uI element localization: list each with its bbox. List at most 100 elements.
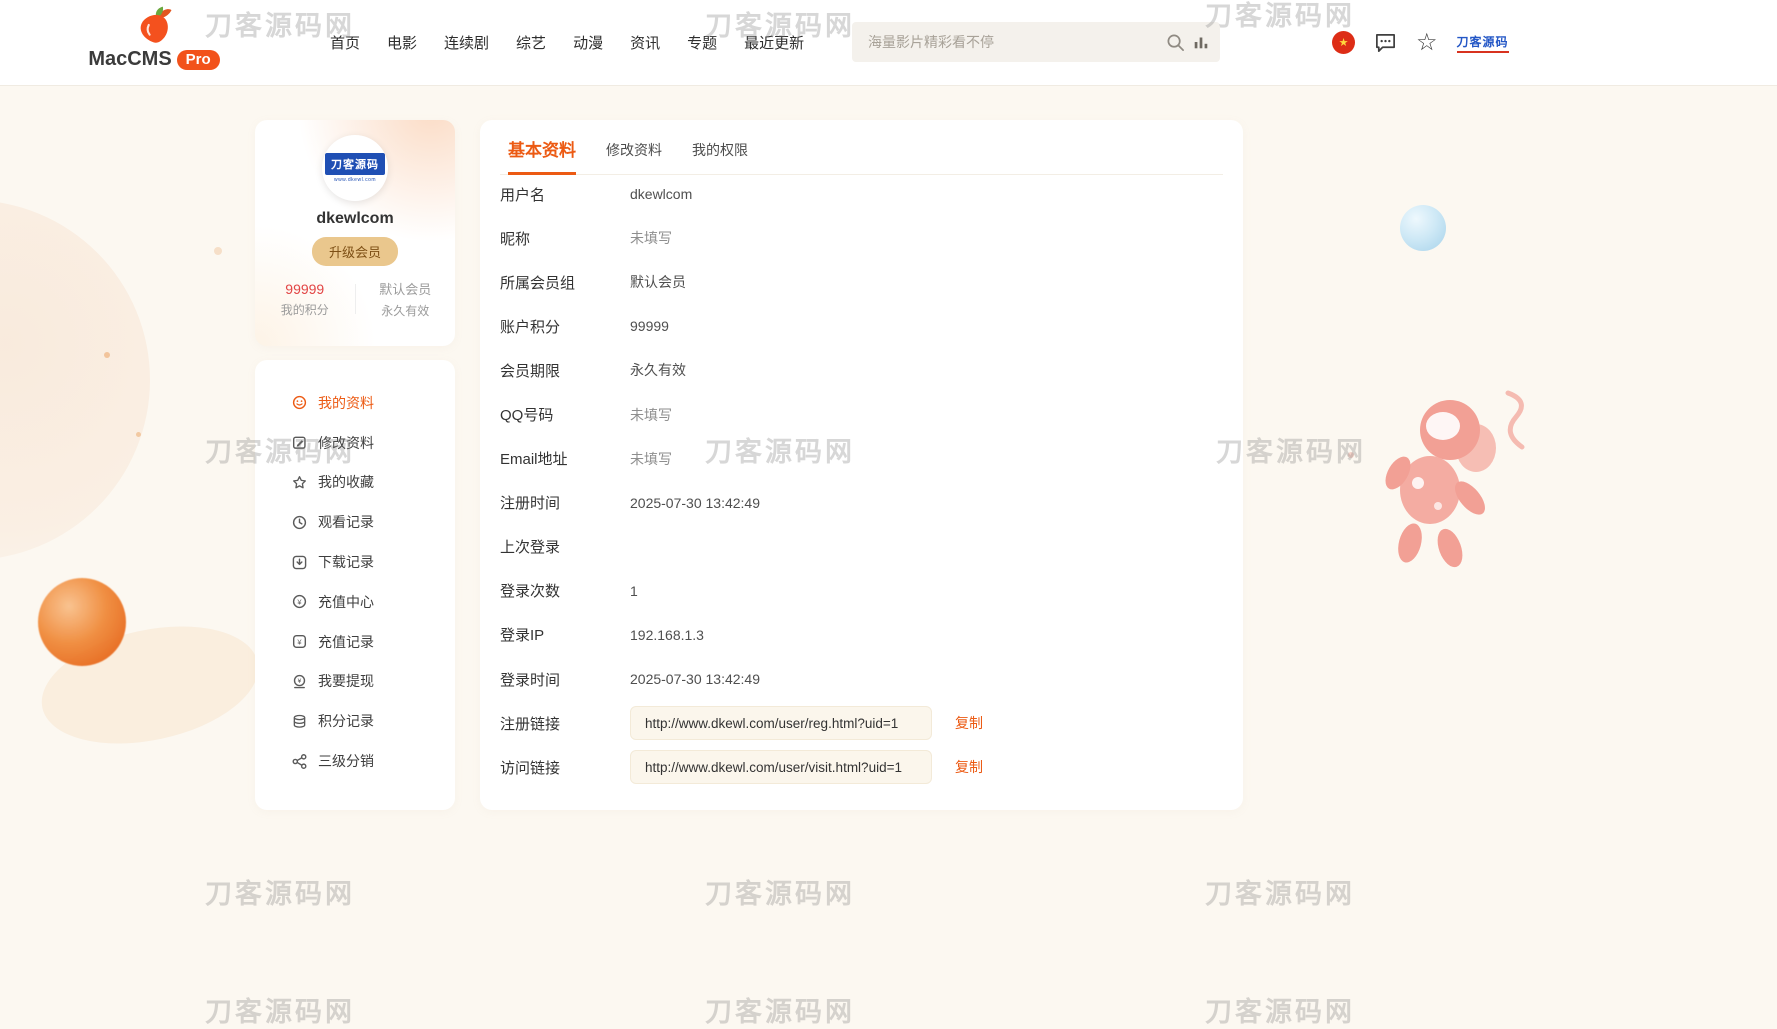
row-membership-term: 会员期限 永久有效: [500, 348, 1223, 392]
download-icon: [291, 555, 307, 570]
row-value: 192.168.1.3: [630, 627, 704, 643]
points-database-icon: [291, 714, 307, 729]
row-value: 2025-07-30 13:42:49: [630, 495, 760, 511]
points-stat: 99999 我的积分: [255, 281, 355, 318]
ranking-chart-icon[interactable]: [1188, 22, 1214, 62]
decorative-dot: [136, 432, 141, 437]
row-label: 上次登录: [500, 536, 630, 557]
logo-pro-badge: Pro: [177, 50, 220, 70]
tab-edit-info[interactable]: 修改资料: [606, 140, 662, 174]
language-flag-icon[interactable]: ★: [1332, 31, 1355, 54]
decorative-dot: [214, 247, 222, 255]
decorative-circle: [0, 200, 150, 560]
profile-stats: 99999 我的积分 默认会员 永久有效: [255, 279, 455, 319]
menu-item-watch-history[interactable]: 观看记录: [255, 502, 455, 542]
row-label: 登录IP: [500, 624, 630, 645]
message-icon[interactable]: [1374, 31, 1397, 54]
menu-item-withdraw[interactable]: ¥ 我要提现: [255, 662, 455, 702]
row-label: Email地址: [500, 448, 630, 469]
row-register-link: 注册链接 复制: [500, 701, 1223, 745]
svg-text:¥: ¥: [297, 598, 302, 607]
copy-register-link-button[interactable]: 复制: [955, 713, 983, 733]
row-label: 登录时间: [500, 669, 630, 690]
recharge-record-icon: ¥: [291, 634, 307, 649]
decorative-blob: [31, 608, 269, 761]
avatar: 刀客源码 www.dkewl.com: [322, 135, 388, 201]
copy-visit-link-button[interactable]: 复制: [955, 757, 983, 777]
search-input[interactable]: [852, 22, 1162, 62]
row-username: 用户名 dkewlcom: [500, 172, 1223, 216]
member-expire: 永久有效: [356, 302, 456, 319]
search-icon[interactable]: [1162, 22, 1188, 62]
nav-item-movies[interactable]: 电影: [387, 32, 417, 53]
astronaut-illustration: [1358, 378, 1538, 593]
nav-item-home[interactable]: 首页: [330, 32, 360, 53]
register-link-input[interactable]: [630, 706, 932, 740]
recharge-icon: ¥: [291, 594, 307, 609]
withdraw-icon: ¥: [291, 674, 307, 689]
header-actions: ★ ☆ 刀客源码: [1332, 0, 1509, 85]
logo-text: MacCMS Pro: [88, 48, 220, 71]
row-value: 1: [630, 583, 638, 599]
row-login-ip: 登录IP 192.168.1.3: [500, 613, 1223, 657]
menu-item-recharge-history[interactable]: ¥ 充值记录: [255, 622, 455, 662]
row-label: 账户积分: [500, 316, 630, 337]
row-nickname: 昵称 未填写: [500, 216, 1223, 260]
dkewl-brand-logo[interactable]: 刀客源码: [1457, 33, 1509, 53]
nav-item-anime[interactable]: 动漫: [573, 32, 603, 53]
row-label: 注册时间: [500, 492, 630, 513]
row-label: 访问链接: [500, 757, 630, 778]
row-value: 未填写: [630, 449, 672, 469]
watermark-text: 刀客源码网: [1205, 872, 1355, 911]
nav-item-news[interactable]: 资讯: [630, 32, 660, 53]
row-qq: QQ号码 未填写: [500, 392, 1223, 436]
username: dkewlcom: [255, 210, 455, 228]
row-value: dkewlcom: [630, 186, 692, 202]
row-account-points: 账户积分 99999: [500, 304, 1223, 348]
profile-details-panel: 基本资料 修改资料 我的权限 用户名 dkewlcom 昵称 未填写 所属会员组…: [480, 120, 1243, 810]
visit-link-input[interactable]: [630, 750, 932, 784]
main-nav: 首页 电影 连续剧 综艺 动漫 资讯 专题 最近更新: [330, 0, 804, 85]
row-value: 99999: [630, 318, 669, 334]
page: MacCMS Pro 首页 电影 连续剧 综艺 动漫 资讯 专题 最近更新 ★: [0, 0, 1777, 1008]
profile-icon: [291, 395, 307, 410]
row-last-login: 上次登录: [500, 525, 1223, 569]
menu-item-points-history[interactable]: 积分记录: [255, 701, 455, 741]
menu-item-distribution[interactable]: 三级分销: [255, 741, 455, 781]
row-login-time: 登录时间 2025-07-30 13:42:49: [500, 657, 1223, 701]
row-label: 会员期限: [500, 360, 630, 381]
nav-item-series[interactable]: 连续剧: [444, 32, 489, 53]
row-email: Email地址 未填写: [500, 437, 1223, 481]
nav-item-variety[interactable]: 综艺: [516, 32, 546, 53]
info-rows: 用户名 dkewlcom 昵称 未填写 所属会员组 默认会员 账户积分 9999…: [500, 172, 1223, 789]
search-bar: [852, 22, 1220, 62]
watermark-text: 刀客源码网: [705, 990, 855, 1029]
orange-sphere-decoration: [38, 578, 126, 666]
profile-card: 刀客源码 www.dkewl.com dkewlcom 升级会员 99999 我…: [255, 120, 455, 346]
tab-permissions[interactable]: 我的权限: [692, 140, 748, 174]
nav-item-latest-updates[interactable]: 最近更新: [744, 32, 804, 53]
menu-item-download-history[interactable]: 下载记录: [255, 542, 455, 582]
menu-item-favorites[interactable]: 我的收藏: [255, 463, 455, 503]
row-member-group: 所属会员组 默认会员: [500, 260, 1223, 304]
tabs: 基本资料 修改资料 我的权限: [500, 136, 1223, 175]
tab-basic-info[interactable]: 基本资料: [508, 136, 576, 175]
favorites-star-icon[interactable]: ☆: [1416, 31, 1438, 55]
sidebar-menu: 我的资料 修改资料 我的收藏 观看记录 下载记录 ¥ 充值中心 ¥ 充值记录 ¥…: [255, 360, 455, 810]
menu-item-profile[interactable]: 我的资料: [255, 383, 455, 423]
points-value: 99999: [255, 281, 355, 297]
points-label: 我的积分: [255, 301, 355, 318]
row-value: 2025-07-30 13:42:49: [630, 671, 760, 687]
menu-item-edit-profile[interactable]: 修改资料: [255, 423, 455, 463]
nav-item-topics[interactable]: 专题: [687, 32, 717, 53]
svg-text:¥: ¥: [297, 678, 301, 685]
avatar-logo-text: 刀客源码: [325, 153, 385, 175]
menu-item-recharge-center[interactable]: ¥ 充值中心: [255, 582, 455, 622]
row-value: 未填写: [630, 228, 672, 248]
svg-text:¥: ¥: [297, 637, 302, 646]
watermark-text: 刀客源码网: [205, 872, 355, 911]
row-register-time: 注册时间 2025-07-30 13:42:49: [500, 481, 1223, 525]
row-value: 未填写: [630, 405, 672, 425]
upgrade-member-button[interactable]: 升级会员: [312, 237, 398, 266]
site-logo[interactable]: MacCMS Pro: [88, 4, 220, 71]
